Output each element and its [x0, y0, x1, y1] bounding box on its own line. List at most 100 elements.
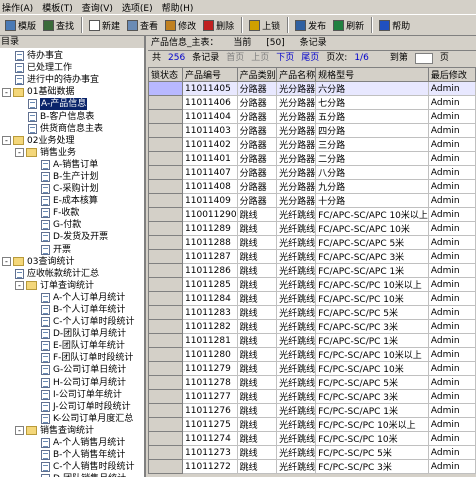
table-row[interactable]: 110011290 跳线 光纤跳线 FC/APC-SC/APC 10米以上 Admin	[148, 207, 476, 222]
tree-item[interactable]: - 03查询统计	[0, 256, 144, 268]
toolbar-button-2[interactable]: 新建	[86, 16, 123, 34]
tree-item[interactable]: A-销售订单	[0, 159, 144, 171]
toolbar-button-0[interactable]: 模版	[2, 16, 39, 34]
tree-item[interactable]: C-个人订单时段统计	[0, 316, 144, 328]
table-row[interactable]: 11011288 跳线 光纤跳线 FC/APC-SC/APC 5米 Admin	[148, 235, 476, 250]
table-row[interactable]: 11011287 跳线 光纤跳线 FC/APC-SC/APC 3米 Admin	[148, 249, 476, 264]
table-row[interactable]: 11011274 跳线 光纤跳线 FC/PC-SC/PC 10米 Admin	[148, 431, 476, 446]
menu-item-4[interactable]: 帮助(H)	[162, 1, 194, 14]
document-icon	[41, 389, 50, 400]
tree-item[interactable]: D-团队销售月统计	[0, 473, 144, 477]
tree-item[interactable]: I-公司订单年统计	[0, 389, 144, 401]
table-row[interactable]: 11011279 跳线 光纤跳线 FC/PC-SC/APC 10米 Admin	[148, 361, 476, 376]
tree-item[interactable]: - 销售业务	[0, 147, 144, 159]
table-row[interactable]: 11011277 跳线 光纤跳线 FC/PC-SC/APC 3米 Admin	[148, 389, 476, 404]
tree-item[interactable]: 进行中的待办事宜	[0, 74, 144, 86]
collapse-icon[interactable]: -	[2, 257, 11, 267]
menu-item-0[interactable]: 操作(A)	[2, 1, 33, 14]
table-row[interactable]: 11011406 分路器 光分路器 七分路 Admin	[148, 95, 476, 110]
table-row[interactable]: 11011405 分路器 光分路器 六分路 Admin	[148, 81, 476, 96]
table-row[interactable]: 11011285 跳线 光纤跳线 FC/APC-SC/PC 10米以上 Admin	[148, 277, 476, 292]
toolbar-button-4[interactable]: 修改	[162, 16, 199, 34]
table-row[interactable]: 11011283 跳线 光纤跳线 FC/APC-SC/PC 5米 Admin	[148, 305, 476, 320]
tree-item[interactable]: G-公司订单日统计	[0, 364, 144, 376]
table-row[interactable]: 11011286 跳线 光纤跳线 FC/APC-SC/APC 1米 Admin	[148, 263, 476, 278]
table-row[interactable]: 11011280 跳线 光纤跳线 FC/PC-SC/APC 10米以上 Admin	[148, 347, 476, 362]
tree-item[interactable]: 待办事宜	[0, 50, 144, 62]
collapse-icon[interactable]: -	[2, 136, 11, 146]
first-page-link[interactable]: 首页	[226, 51, 244, 67]
tree-item[interactable]: F-团队订单时段统计	[0, 352, 144, 364]
tree-item[interactable]: H-公司订单月统计	[0, 377, 144, 389]
tree-item[interactable]: - 02业务处理	[0, 135, 144, 147]
tree-item[interactable]: G-付款	[0, 219, 144, 231]
menu-item-1[interactable]: 模板(T)	[42, 1, 73, 14]
table-row[interactable]: 11011273 跳线 光纤跳线 FC/PC-SC/PC 5米 Admin	[148, 445, 476, 460]
tree-item[interactable]: - 销售查询统计	[0, 425, 144, 437]
menu-item-3[interactable]: 选项(E)	[122, 1, 153, 14]
next-page-link[interactable]: 下页	[276, 51, 294, 67]
collapse-icon[interactable]: -	[2, 87, 11, 97]
column-header[interactable]: 产品类别	[236, 67, 278, 82]
table-cell: FC/PC-SC/PC 3米	[315, 459, 429, 474]
table-row[interactable]: 11011275 跳线 光纤跳线 FC/PC-SC/PC 10米以上 Admin	[148, 417, 476, 432]
table-cell	[148, 319, 184, 334]
table-cell: 光纤跳线	[276, 417, 317, 432]
tree-item[interactable]: 供货商信息主表	[0, 123, 144, 135]
toolbar-button-3[interactable]: 查看	[124, 16, 161, 34]
table-row[interactable]: 11011281 跳线 光纤跳线 FC/APC-SC/PC 1米 Admin	[148, 333, 476, 348]
toolbar-button-8[interactable]: 刷新	[330, 16, 367, 34]
table-row[interactable]: 11011276 跳线 光纤跳线 FC/PC-SC/APC 1米 Admin	[148, 403, 476, 418]
tree-item[interactable]: E-成本核算	[0, 195, 144, 207]
tree-item[interactable]: C-个人销售时段统计	[0, 461, 144, 473]
column-header[interactable]: 产品编号	[182, 67, 238, 82]
tree-item[interactable]: B-个人订单年统计	[0, 304, 144, 316]
tree-item[interactable]: A-个人订单月统计	[0, 292, 144, 304]
collapse-icon[interactable]: -	[15, 148, 24, 158]
tree-item[interactable]: - 01基础数据	[0, 86, 144, 98]
tree-item[interactable]: E-团队订单年统计	[0, 340, 144, 352]
toolbar-button-6[interactable]: 上锁	[246, 16, 283, 34]
toolbar-button-5[interactable]: 删除	[200, 16, 237, 34]
tree-item[interactable]: C-采购计划	[0, 183, 144, 195]
tree-item[interactable]: D-团队订单月统计	[0, 328, 144, 340]
tree-item[interactable]: B-个人销售年统计	[0, 449, 144, 461]
toolbar-button-7[interactable]: 发布	[292, 16, 329, 34]
collapse-icon[interactable]: -	[15, 426, 24, 436]
table-row[interactable]: 11011278 跳线 光纤跳线 FC/PC-SC/APC 5米 Admin	[148, 375, 476, 390]
tree-item[interactable]: J-公司订单时段统计	[0, 401, 144, 413]
tree-item[interactable]: B-客户信息表	[0, 110, 144, 122]
tree-item[interactable]: 开票	[0, 244, 144, 256]
column-header[interactable]: 规格型号	[315, 67, 429, 82]
table-row[interactable]: 11011408 分路器 光分路器 九分路 Admin	[148, 179, 476, 194]
table-row[interactable]: 11011284 跳线 光纤跳线 FC/APC-SC/PC 10米 Admin	[148, 291, 476, 306]
tree-item[interactable]: K-公司订单月度汇总	[0, 413, 144, 425]
toolbar-button-1[interactable]: 查找	[40, 16, 77, 34]
table-row[interactable]: 11011282 跳线 光纤跳线 FC/APC-SC/PC 3米 Admin	[148, 319, 476, 334]
toolbar-button-9[interactable]: 帮助	[376, 16, 413, 34]
tree-item[interactable]: 已处理工作	[0, 62, 144, 74]
tree-item[interactable]: A-产品信息	[0, 98, 144, 111]
menu-item-2[interactable]: 查询(V)	[82, 1, 113, 14]
tree-item[interactable]: F-收款	[0, 207, 144, 219]
column-header[interactable]: 最后修改	[427, 67, 476, 82]
table-row[interactable]: 11011402 分路器 光分路器 三分路 Admin	[148, 137, 476, 152]
column-header[interactable]: 产品名称	[276, 67, 317, 82]
goto-page-input[interactable]	[414, 53, 433, 64]
prev-page-link[interactable]: 上页	[251, 51, 269, 67]
table-row[interactable]: 11011272 跳线 光纤跳线 FC/PC-SC/PC 3米 Admin	[148, 459, 476, 474]
table-row[interactable]: 11011401 分路器 光分路器 二分路 Admin	[148, 151, 476, 166]
table-row[interactable]: 11011409 分路器 光分路器 十分路 Admin	[148, 193, 476, 208]
column-header[interactable]: 锁状态	[148, 67, 184, 82]
table-row[interactable]: 11011403 分路器 光分路器 四分路 Admin	[148, 123, 476, 138]
table-row[interactable]: 11011407 分路器 光分路器 八分路 Admin	[148, 165, 476, 180]
tree-item[interactable]: A-个人销售月统计	[0, 437, 144, 449]
tree-item[interactable]: B-生产计划	[0, 171, 144, 183]
table-row[interactable]: 11011289 跳线 光纤跳线 FC/APC-SC/APC 10米 Admin	[148, 221, 476, 236]
tree-item[interactable]: D-发货及开票	[0, 231, 144, 243]
tree-item[interactable]: 应收帐款统计汇总	[0, 268, 144, 280]
table-row[interactable]: 11011404 分路器 光分路器 五分路 Admin	[148, 109, 476, 124]
last-page-link[interactable]: 尾页	[301, 51, 319, 67]
collapse-icon[interactable]: -	[15, 281, 24, 291]
tree-item[interactable]: - 订单查询统计	[0, 280, 144, 292]
